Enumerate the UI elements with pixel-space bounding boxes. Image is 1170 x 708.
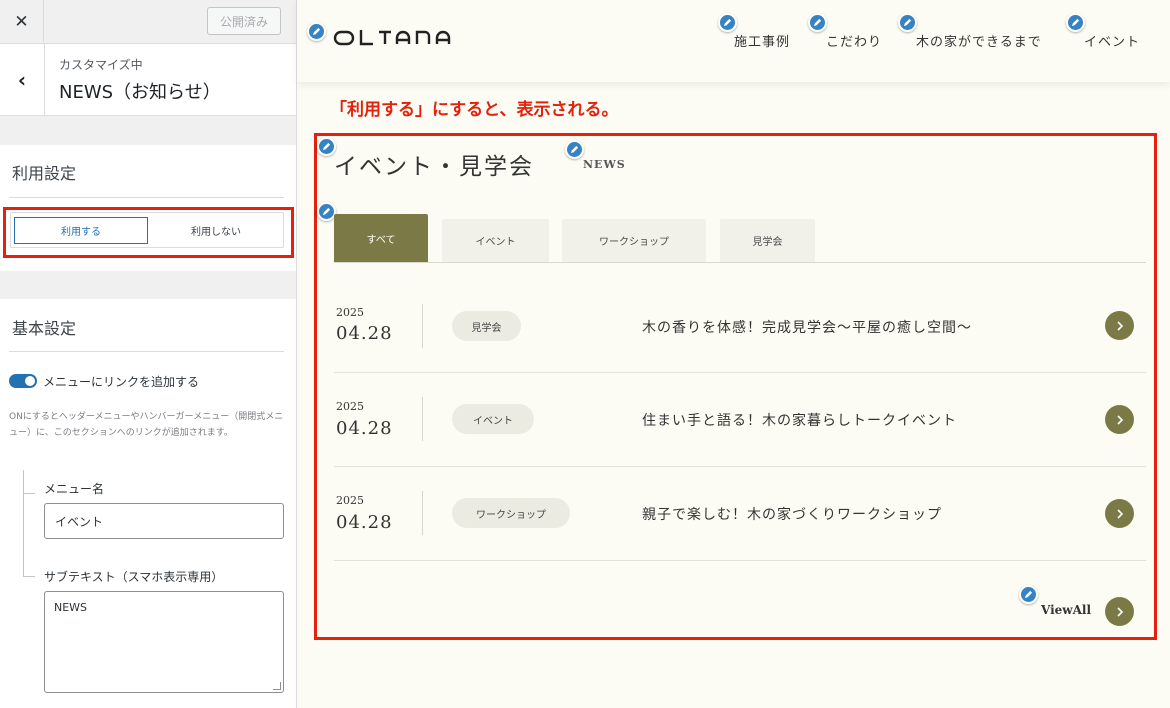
news-year: 2025: [336, 306, 364, 319]
row-divider: [422, 491, 423, 535]
tree-connector: [23, 576, 35, 577]
nav-item-process[interactable]: 木の家ができるまで: [916, 31, 1042, 50]
nav-item-kodawari[interactable]: こだわり: [826, 31, 882, 50]
news-item-arrow-button[interactable]: [1105, 405, 1134, 434]
tab-workshop[interactable]: ワークショップ: [562, 219, 706, 262]
news-tag: イベント: [452, 404, 534, 434]
use-toggle-segment: 利用する 利用しない: [10, 212, 284, 248]
view-all-arrow-button[interactable]: [1105, 597, 1134, 626]
news-tag: ワークショップ: [452, 498, 570, 528]
news-section-subtitle: NEWS: [583, 158, 626, 171]
edit-shortcut-news-subtitle[interactable]: [565, 140, 584, 159]
pencil-icon: [322, 207, 331, 216]
news-year: 2025: [336, 494, 364, 507]
chevron-left-icon: ‹: [17, 67, 27, 92]
back-button[interactable]: ‹: [0, 44, 45, 115]
pencil-icon: [723, 18, 732, 27]
news-item-title[interactable]: 住まい手と語る！木の家暮らしトークイベント: [642, 410, 957, 430]
news-tag: 見学会: [452, 311, 521, 341]
chevron-right-icon: [1116, 508, 1123, 519]
edit-shortcut-nav[interactable]: [808, 13, 827, 32]
tab-event[interactable]: イベント: [442, 219, 549, 262]
pencil-icon: [312, 27, 321, 36]
edit-shortcut-nav[interactable]: [718, 13, 737, 32]
chevron-right-icon: [1116, 606, 1123, 617]
site-header: 施工事例 こだわり 木の家ができるまで イベント: [297, 0, 1170, 82]
toggle-knob: [25, 376, 35, 386]
menu-link-description: ONにするとヘッダーメニューやハンバーガーメニュー（開閉式メニュー）に、このセク…: [9, 412, 284, 438]
news-item-arrow-button[interactable]: [1105, 499, 1134, 528]
highlight-frame-news-section: [314, 133, 1157, 640]
news-item-arrow-button[interactable]: [1105, 311, 1134, 340]
tab-underline: [334, 262, 1146, 263]
news-year: 2025: [336, 400, 364, 413]
annotation-text: 「利用する」にすると、表示される。: [330, 100, 619, 120]
tab-all[interactable]: すべて: [334, 214, 428, 262]
use-off-button[interactable]: 利用しない: [151, 217, 281, 244]
close-button[interactable]: ✕: [0, 0, 44, 44]
pencil-icon: [903, 18, 912, 27]
row-divider: [422, 304, 423, 348]
subtext-value: NEWS: [54, 601, 88, 614]
breadcrumb: カスタマイズ中: [59, 58, 143, 72]
menu-name-label: メニュー名: [44, 482, 105, 496]
oltana-logo: [333, 30, 451, 46]
divider: [9, 197, 284, 198]
nav-item-event[interactable]: イベント: [1084, 31, 1140, 50]
news-item-title[interactable]: 親子で楽しむ！木の家づくりワークショップ: [642, 504, 942, 524]
use-on-button[interactable]: 利用する: [14, 217, 148, 244]
pencil-icon: [813, 18, 822, 27]
edit-shortcut-nav[interactable]: [1066, 13, 1085, 32]
resize-handle[interactable]: [273, 682, 281, 690]
site-logo[interactable]: [333, 28, 469, 54]
pencil-icon: [322, 142, 331, 151]
use-settings-title: 利用設定: [12, 164, 77, 183]
row-separator: [334, 466, 1146, 467]
row-separator: [334, 372, 1146, 373]
view-all-link[interactable]: ViewAll: [1041, 603, 1091, 617]
pencil-icon: [1024, 590, 1033, 599]
menu-link-toggle[interactable]: [9, 374, 37, 388]
row-divider: [422, 397, 423, 441]
site-preview: 施工事例 こだわり 木の家ができるまで イベント 「利用する」にすると、表示され…: [297, 0, 1170, 708]
tab-open-house[interactable]: 見学会: [720, 219, 815, 262]
subtext-label: サブテキスト（スマホ表示専用）: [44, 570, 224, 584]
divider: [9, 351, 284, 352]
customizer-sidebar: ✕ 公開済み ‹ カスタマイズ中 NEWS（お知らせ） 利用設定 利用する 利用…: [0, 0, 297, 708]
edit-shortcut-view-all[interactable]: [1019, 585, 1038, 604]
pencil-icon: [1071, 18, 1080, 27]
publish-button[interactable]: 公開済み: [207, 7, 281, 35]
nav-item-works[interactable]: 施工事例: [734, 31, 790, 50]
panel-title: NEWS（お知らせ）: [59, 82, 221, 103]
chevron-right-icon: [1116, 320, 1123, 331]
row-separator: [334, 560, 1146, 561]
menu-name-input[interactable]: イベント: [44, 503, 284, 539]
news-item-title[interactable]: 木の香りを体感！完成見学会〜平屋の癒し空間〜: [642, 317, 972, 337]
news-date: 04.28: [336, 512, 393, 533]
tree-connector: [23, 470, 24, 577]
tree-connector: [23, 493, 35, 494]
pencil-icon: [570, 145, 579, 154]
panel-header: ‹ カスタマイズ中 NEWS（お知らせ）: [0, 44, 296, 116]
basic-settings-title: 基本設定: [12, 319, 77, 338]
news-date: 04.28: [336, 418, 393, 439]
news-date: 04.28: [336, 323, 393, 344]
close-icon: ✕: [14, 12, 29, 32]
subtext-textarea[interactable]: NEWS: [44, 591, 284, 693]
news-section-title: イベント・見学会: [334, 154, 534, 180]
edit-shortcut-logo[interactable]: [307, 22, 326, 41]
chevron-right-icon: [1116, 414, 1123, 425]
edit-shortcut-nav[interactable]: [898, 13, 917, 32]
sidebar-top-bar: ✕ 公開済み: [0, 0, 296, 44]
menu-link-toggle-label: メニューにリンクを追加する: [43, 375, 200, 389]
